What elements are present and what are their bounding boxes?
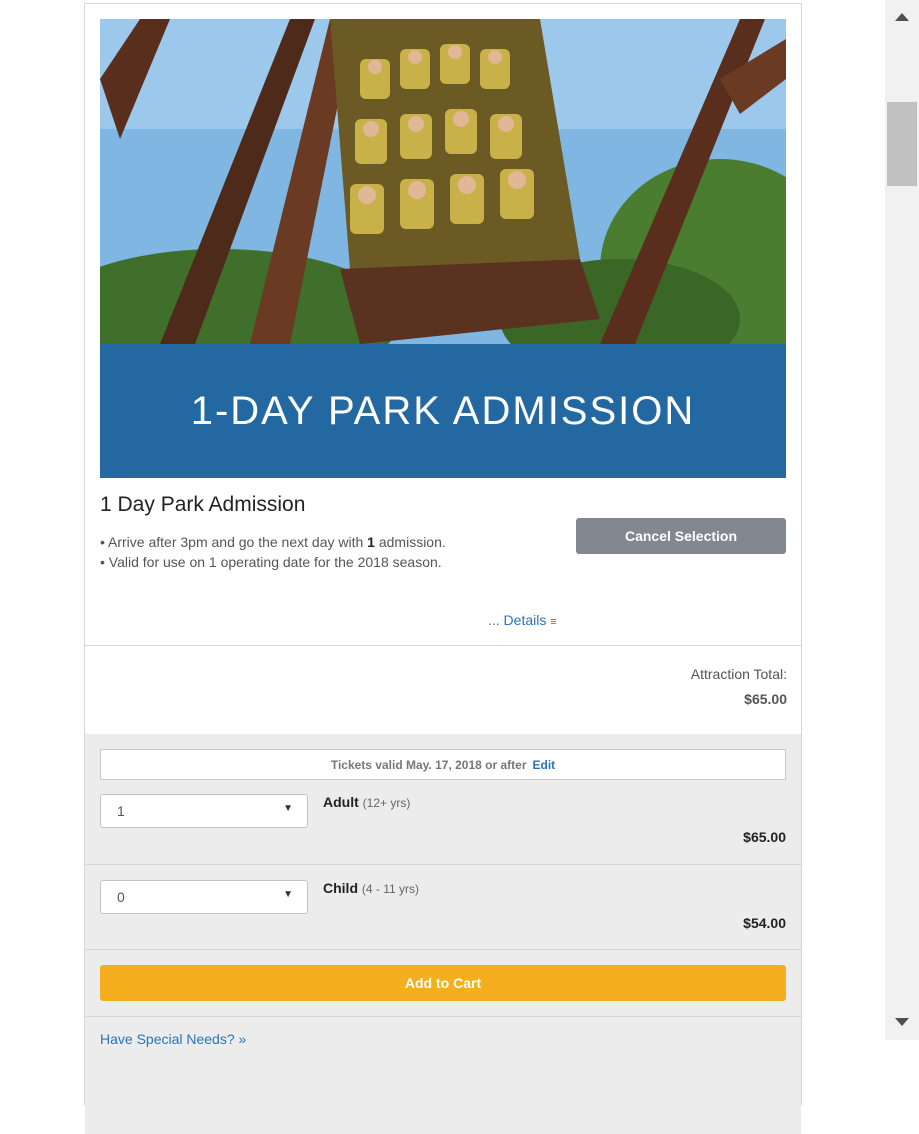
child-quantity-select[interactable]: 0 ▼: [100, 880, 308, 914]
attraction-total-label: Attraction Total:: [690, 666, 787, 682]
description-line-1: • Arrive after 3pm and go the next day w…: [100, 532, 446, 552]
adult-age-range: (12+ yrs): [362, 796, 411, 810]
adult-ticket-label: Adult (12+ yrs): [323, 794, 410, 810]
dropdown-arrow-icon: ▼: [283, 889, 293, 900]
add-to-cart-button[interactable]: Add to Cart: [100, 965, 786, 1001]
edit-date-link[interactable]: Edit: [533, 758, 556, 772]
attraction-total-value: $65.00: [744, 691, 787, 707]
child-age-range: (4 - 11 yrs): [361, 882, 420, 896]
tickets-valid-box: Tickets valid May. 17, 2018 or after Edi…: [100, 749, 786, 780]
special-needs-link[interactable]: Have Special Needs? »: [100, 1031, 246, 1047]
details-link[interactable]: ... Details ≡: [488, 612, 557, 628]
divider: [85, 645, 801, 646]
adult-quantity-value: 1: [117, 803, 125, 819]
details-label: ... Details: [488, 612, 547, 628]
description-line-2: • Valid for use on 1 operating date for …: [100, 554, 442, 570]
scroll-up-arrow-icon[interactable]: [895, 13, 909, 21]
scrollbar-thumb[interactable]: [887, 102, 917, 186]
double-chevron-down-icon: ≡: [550, 616, 557, 628]
product-title: 1 Day Park Admission: [100, 493, 306, 516]
child-price: $54.00: [743, 915, 786, 931]
product-description: • Arrive after 3pm and go the next day w…: [100, 532, 446, 572]
bullet1-bold: 1: [367, 534, 375, 550]
adult-label: Adult: [323, 794, 359, 810]
roller-coaster-photo: [100, 19, 786, 344]
bullet1-text: • Arrive after 3pm and go the next day w…: [100, 534, 368, 550]
image-caption: 1-DAY PARK ADMISSION: [100, 344, 786, 478]
divider: [85, 949, 801, 950]
product-image: 1-DAY PARK ADMISSION: [100, 19, 786, 478]
cancel-selection-button[interactable]: Cancel Selection: [576, 518, 786, 554]
ticket-row-adult: 1 ▼ Adult (12+ yrs) $65.00: [85, 779, 801, 863]
dropdown-arrow-icon: ▼: [283, 803, 293, 814]
child-ticket-label: Child (4 - 11 yrs): [323, 880, 419, 896]
scroll-down-arrow-icon[interactable]: [895, 1018, 909, 1026]
adult-quantity-select[interactable]: 1 ▼: [100, 794, 308, 828]
ticket-panel: Tickets valid May. 17, 2018 or after Edi…: [85, 734, 801, 1134]
child-quantity-value: 0: [117, 889, 125, 905]
divider: [85, 1016, 801, 1017]
vertical-scrollbar[interactable]: [885, 0, 919, 1040]
adult-price: $65.00: [743, 829, 786, 845]
ticket-row-child: 0 ▼ Child (4 - 11 yrs) $54.00: [85, 864, 801, 949]
bullet1-text-end: admission.: [374, 534, 446, 550]
attraction-card: 1-DAY PARK ADMISSION 1 Day Park Admissio…: [84, 3, 802, 1134]
child-label: Child: [323, 880, 358, 896]
tickets-valid-text: Tickets valid May. 17, 2018 or after: [330, 757, 527, 772]
